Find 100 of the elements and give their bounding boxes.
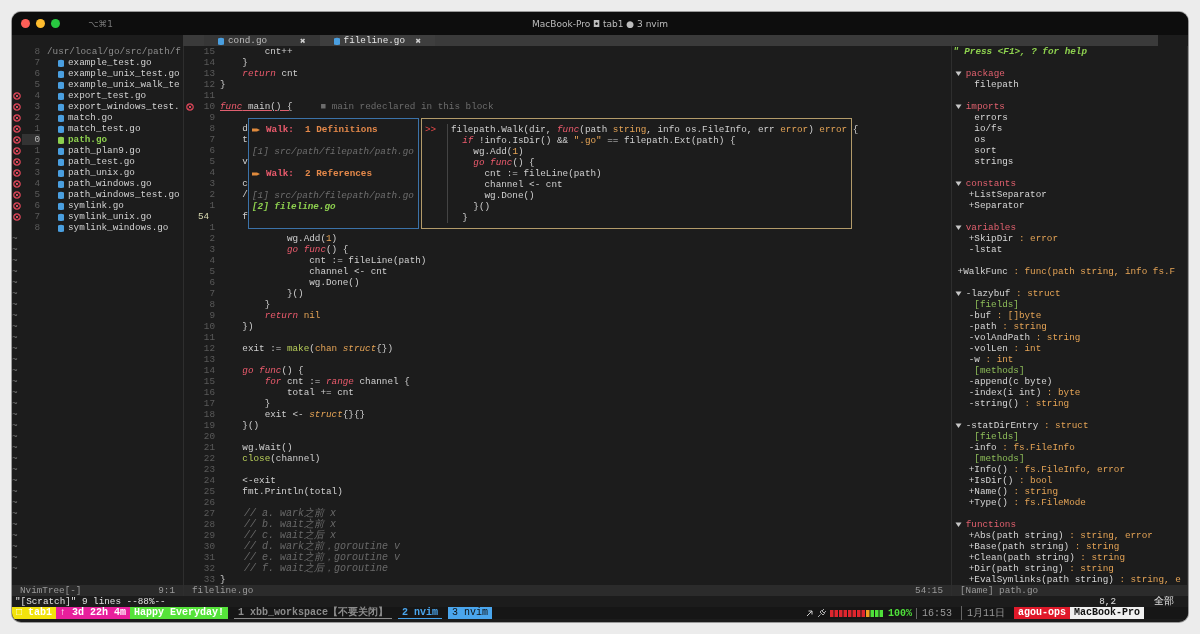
expand-icon[interactable] (954, 224, 962, 231)
tag-entry[interactable]: -lazybuf : struct (965, 288, 1061, 299)
error-icon (13, 91, 21, 100)
error-icon (13, 168, 21, 177)
file-name[interactable]: example_test.go (68, 57, 152, 68)
file-name[interactable]: export_test.go (68, 90, 147, 101)
file-name[interactable]: path_plan9.go (68, 145, 141, 156)
code-line: wg.Add(1) (285, 233, 338, 244)
file-name[interactable]: example_unix_test.go (68, 68, 180, 79)
buffer-tab[interactable]: cond.go ✖ (204, 35, 320, 46)
code-line: exit <- struct{}{} (263, 409, 366, 420)
tilde-marker: ~ (12, 409, 18, 420)
tag-entry[interactable]: -lstat (968, 244, 1003, 255)
file-name[interactable]: path_windows_test.go (68, 189, 180, 200)
file-name[interactable]: path.go (68, 134, 108, 145)
error-icon (186, 102, 194, 111)
expand-icon[interactable] (954, 290, 962, 297)
code-line: cnt++ (263, 46, 293, 57)
tag-entry[interactable]: os (974, 134, 986, 145)
tag-entry[interactable]: +SkipDir : error (968, 233, 1058, 244)
expand-icon[interactable] (954, 180, 962, 187)
tag-entry[interactable]: +Separator (968, 200, 1025, 211)
section-label[interactable]: variables (965, 222, 1016, 233)
zoom-button[interactable] (51, 19, 60, 28)
group-label: [fields] (974, 299, 1019, 310)
tag-entry[interactable]: -info : fs.FileInfo (968, 442, 1075, 453)
file-name[interactable]: example_unix_walk_te (68, 79, 180, 90)
tag-entry[interactable]: -statDirEntry : struct (965, 420, 1089, 431)
section-label[interactable]: package (965, 68, 1005, 79)
file-name[interactable]: export_windows_test. (68, 101, 180, 112)
tag-entry[interactable]: +Type() : fs.FileMode (968, 497, 1086, 508)
expand-icon[interactable] (954, 521, 962, 528)
tag-entry[interactable]: +Base(path string) : string (968, 541, 1120, 552)
expand-icon[interactable] (954, 70, 962, 77)
code-line: cnt := fileLine(path) (447, 168, 602, 179)
file-name[interactable]: symlink_unix.go (68, 211, 152, 222)
tilde-marker: ~ (12, 310, 18, 321)
window-tab[interactable]: 2 nvim (398, 607, 443, 619)
window-tab[interactable]: 1 xbb_workspace【不要关闭】 (234, 607, 393, 619)
file-name[interactable]: path_unix.go (68, 167, 135, 178)
file-name[interactable]: path_test.go (68, 156, 135, 167)
expand-icon[interactable] (954, 103, 962, 110)
tag-entry[interactable]: +Info() : fs.FileInfo, error (968, 464, 1125, 475)
tag-entry[interactable]: -path : string (968, 321, 1047, 332)
window-tab[interactable]: 3 nvim (448, 607, 493, 619)
code-line: exit := make(chan struct{}) (241, 343, 393, 354)
tag-entry[interactable]: errors (974, 112, 1008, 123)
tag-entry[interactable]: filepath (974, 79, 1019, 90)
file-name[interactable]: match_test.go (68, 123, 141, 134)
tag-entry[interactable]: -volAndPath : string (968, 332, 1081, 343)
code-line: } (447, 212, 468, 223)
code-line: wg.Add(1) (447, 146, 524, 157)
status-filename: NvimTree[-] (20, 585, 82, 596)
tag-entry[interactable]: io/fs (974, 123, 1003, 134)
tag-entry[interactable]: -buf : []byte (968, 310, 1042, 321)
section-label[interactable]: constants (965, 178, 1016, 189)
tag-entry[interactable]: sort (974, 145, 997, 156)
tag-entry[interactable]: strings (974, 156, 1014, 167)
tilde-marker: ~ (12, 475, 18, 486)
code-line: // b. wait之前 x (243, 519, 336, 530)
minimize-button[interactable] (36, 19, 45, 28)
tag-entry[interactable]: +WalkFunc : func(path string, info fs.F (957, 266, 1176, 277)
file-name[interactable]: symlink.go (68, 200, 124, 211)
tag-entry[interactable]: +ListSeparator (968, 189, 1047, 200)
error-icon (13, 113, 21, 122)
pointer-icon (252, 170, 260, 177)
tag-entry[interactable]: +Name() : string (968, 486, 1058, 497)
tag-entry[interactable]: +EvalSymlinks(path string) : string, e (968, 574, 1181, 585)
tilde-marker: ~ (12, 387, 18, 398)
buffer-tab[interactable]: fileline.go ✖ (319, 35, 436, 46)
file-name[interactable]: symlink_windows.go (68, 222, 169, 233)
tag-entry[interactable]: -volLen : int (968, 343, 1042, 354)
tag-entry[interactable]: +IsDir() : bool (968, 475, 1053, 486)
file-name[interactable]: path_windows.go (68, 178, 152, 189)
status-segment: Happy Everyday! (130, 607, 229, 619)
section-label[interactable]: imports (965, 101, 1005, 112)
expand-icon[interactable] (954, 422, 962, 429)
tag-entry[interactable]: -w : int (968, 354, 1014, 365)
error-icon (13, 146, 21, 155)
reference-location[interactable]: [2] fileline.go (252, 201, 336, 212)
window-title: MacBook-Pro ◘ tab1 ● 3 nvim (532, 18, 668, 29)
tag-entry[interactable]: -append(c byte) (968, 376, 1053, 387)
line-number: 1 (33, 123, 40, 134)
close-button[interactable] (21, 19, 30, 28)
file-name[interactable]: match.go (68, 112, 113, 123)
tag-entry[interactable]: +Abs(path string) : string, error (968, 530, 1153, 541)
tag-entry[interactable]: +Clean(path string) : string (968, 552, 1125, 563)
code-line: if !info.IsDir() && ".go" == filepath.Ext(path) { (447, 135, 736, 146)
section-label[interactable]: functions (965, 519, 1016, 530)
error-icon (13, 124, 21, 133)
code-line: // e. wait之前，goroutine v (243, 552, 401, 563)
error-icon (13, 157, 21, 166)
tag-entry[interactable]: -index(i int) : byte (968, 387, 1081, 398)
arrow-icon (805, 609, 813, 617)
tag-entry[interactable]: -string() : string (968, 398, 1070, 409)
tilde-marker: ~ (12, 552, 18, 563)
tag-entry[interactable]: +Dir(path string) : string (968, 563, 1114, 574)
tilde-marker: ~ (12, 453, 18, 464)
code-line: // c. wait之后 x (243, 530, 336, 541)
line-number: 31 (202, 552, 215, 563)
